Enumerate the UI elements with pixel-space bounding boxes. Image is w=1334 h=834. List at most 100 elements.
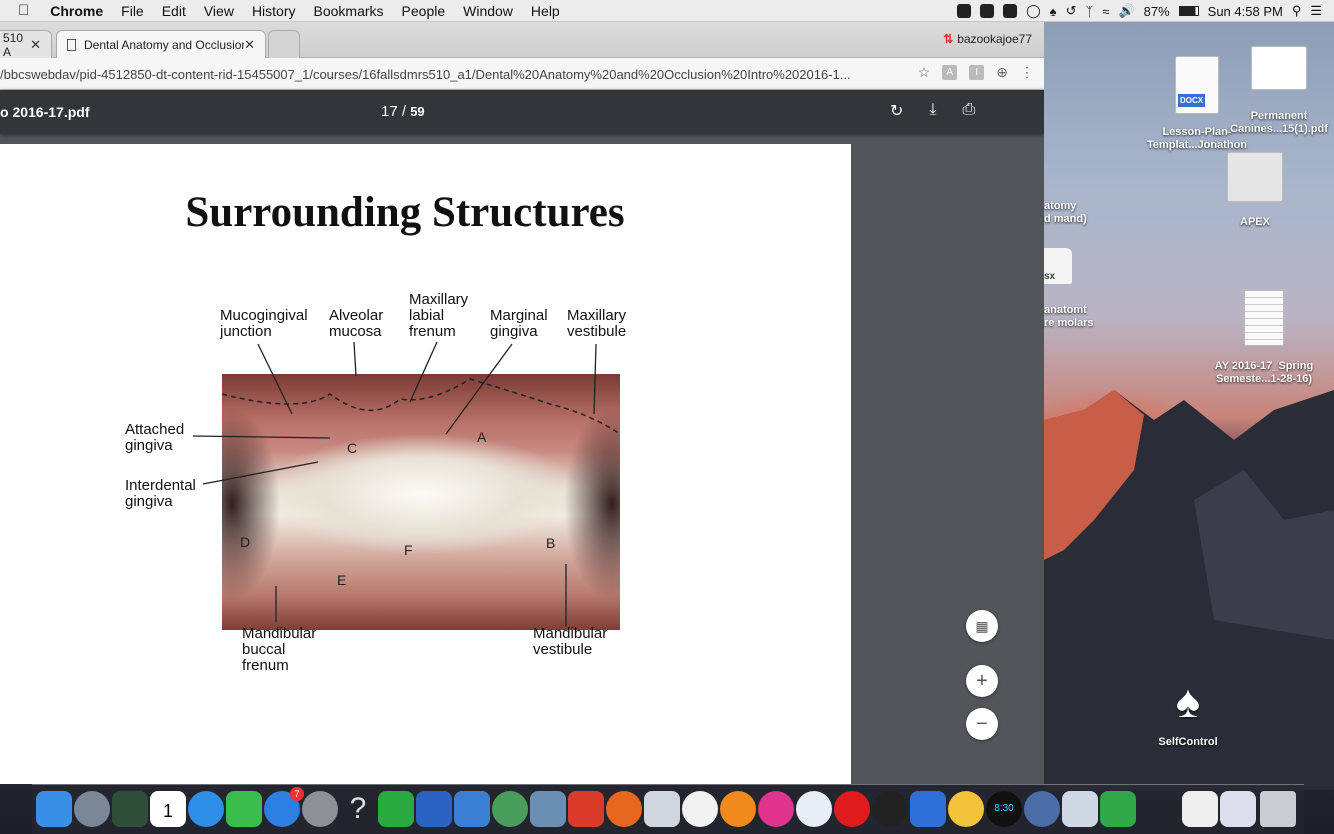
facetime-icon[interactable] bbox=[226, 791, 262, 827]
label-maxillary-labial-frenum: Maxillary labial frenum bbox=[409, 292, 468, 340]
tab-active[interactable]: Dental Anatomy and Occlusion ✕ bbox=[56, 30, 266, 58]
menu-people[interactable]: People bbox=[393, 0, 455, 22]
evernote-icon[interactable] bbox=[1100, 791, 1136, 827]
people-app-icon[interactable] bbox=[454, 791, 490, 827]
time-machine-icon[interactable]: ↺ bbox=[1066, 3, 1077, 19]
close-icon[interactable]: ✕ bbox=[244, 37, 255, 53]
selfcontrol-dock-icon[interactable] bbox=[872, 791, 908, 827]
desktop-icon-label: Canines...15(1).pdf bbox=[1230, 123, 1328, 135]
address-bar[interactable]: /bbcswebdav/pid-4512850-dt-content-rid-1… bbox=[0, 64, 910, 86]
label-line: Alveolar bbox=[329, 307, 384, 324]
mac-menubar:  Chrome File Edit View History Bookmark… bbox=[0, 0, 1334, 22]
extension-reader-icon[interactable]: I bbox=[969, 65, 985, 80]
close-icon[interactable]: ✕ bbox=[30, 37, 41, 53]
pencil-app-icon[interactable] bbox=[1062, 791, 1098, 827]
desktop-icon-spring-schedule[interactable]: AY 2016-17_Spring Semeste...1-28-16) bbox=[1204, 290, 1324, 386]
launchpad-icon[interactable] bbox=[74, 791, 110, 827]
word-doc-icon: DOCX bbox=[1175, 56, 1219, 114]
word-icon[interactable] bbox=[416, 791, 452, 827]
battery-percent[interactable]: 87% bbox=[1144, 4, 1170, 19]
desktop-icon-anatomt[interactable]: anatomt re molars bbox=[1044, 304, 1114, 330]
label-mandibular-vestibule: Mandibular vestibule bbox=[533, 626, 607, 658]
excel-icon[interactable] bbox=[378, 791, 414, 827]
desktop-icon-apex[interactable]: APEX bbox=[1220, 152, 1290, 229]
menu-window[interactable]: Window bbox=[454, 0, 522, 22]
menu-bookmarks[interactable]: Bookmarks bbox=[305, 0, 393, 22]
list-app-icon[interactable] bbox=[910, 791, 946, 827]
preview-icon[interactable] bbox=[530, 791, 566, 827]
menu-edit[interactable]: Edit bbox=[153, 0, 195, 22]
chrome-menu-icon[interactable]: ⋮ bbox=[1020, 64, 1034, 81]
clock-app-icon[interactable]: 8:30 bbox=[986, 791, 1022, 827]
label-mucogingival-junction: Mucogingival junction bbox=[220, 308, 308, 340]
shield-status-icon[interactable]: ◯ bbox=[1026, 3, 1041, 19]
pdf-toolbar: o 2016-17.pdf 17 / 59 ↻ ⤓ ⎙ bbox=[0, 90, 1044, 134]
trash-icon[interactable] bbox=[1260, 791, 1296, 827]
page-current[interactable]: 17 bbox=[381, 103, 398, 120]
tab-previous[interactable]: 510 A ✕ bbox=[0, 30, 52, 59]
mail-icon[interactable] bbox=[644, 791, 680, 827]
photos-icon[interactable] bbox=[682, 791, 718, 827]
notification-center-icon[interactable]: ☰ bbox=[1310, 3, 1322, 19]
chrome-icon[interactable] bbox=[948, 791, 984, 827]
apple-menu-icon[interactable]:  bbox=[0, 0, 41, 22]
evernote-status-icon[interactable] bbox=[957, 4, 972, 18]
extension-a-icon[interactable]: A bbox=[942, 65, 958, 80]
wifi-icon[interactable]: ≈ bbox=[1102, 4, 1109, 19]
bluetooth-icon[interactable]: ᛉ bbox=[1085, 4, 1093, 19]
download-icon[interactable]: ⤓ bbox=[929, 101, 936, 121]
download-extension-icon[interactable]: ⊕ bbox=[996, 64, 1008, 81]
menu-history[interactable]: History bbox=[243, 0, 305, 22]
pdf-doc-icon bbox=[1251, 46, 1307, 90]
powerpoint-icon[interactable] bbox=[568, 791, 604, 827]
menu-file[interactable]: File bbox=[112, 0, 153, 22]
messages-icon[interactable] bbox=[188, 791, 224, 827]
opera-icon[interactable] bbox=[834, 791, 870, 827]
label-line: Mucogingival bbox=[220, 307, 308, 324]
menu-view[interactable]: View bbox=[195, 0, 243, 22]
itunes-icon[interactable] bbox=[758, 791, 794, 827]
battery-icon[interactable] bbox=[1178, 6, 1199, 16]
desktop-icon-xlsx-partial[interactable]: sx bbox=[1044, 248, 1074, 284]
firefox-icon[interactable] bbox=[606, 791, 642, 827]
profile-button[interactable]: ⇅ bazookajoe77 bbox=[943, 32, 1032, 46]
dock: 1 7 ? 8:30 bbox=[32, 784, 1304, 834]
menu-help[interactable]: Help bbox=[522, 0, 569, 22]
app-store-icon[interactable]: 7 bbox=[264, 787, 304, 827]
menu-app-name[interactable]: Chrome bbox=[41, 0, 112, 22]
system-preferences-icon[interactable] bbox=[302, 791, 338, 827]
spotlight-search-icon[interactable]: ⚲ bbox=[1292, 3, 1302, 19]
globe-app-icon[interactable] bbox=[492, 791, 528, 827]
label-line: frenum bbox=[242, 657, 289, 674]
desktop-icon-anatomy[interactable]: atomy d mand) bbox=[1044, 200, 1104, 226]
page-indicator[interactable]: 17 / 59 bbox=[381, 103, 425, 120]
mission-control-icon[interactable] bbox=[112, 791, 148, 827]
rotate-icon[interactable]: ↻ bbox=[890, 101, 903, 121]
print-icon[interactable]: ⎙ bbox=[962, 101, 975, 121]
volume-icon[interactable]: 🔊 bbox=[1118, 3, 1134, 19]
dictionary-icon[interactable] bbox=[796, 791, 832, 827]
bell-status-icon[interactable]: ♠ bbox=[1050, 4, 1057, 19]
camera-status-icon[interactable] bbox=[1003, 4, 1018, 18]
calendar-icon[interactable]: 1 bbox=[150, 791, 186, 827]
new-tab-button[interactable] bbox=[268, 30, 300, 58]
desktop-icon-selfcontrol[interactable]: ♠ SelfControl bbox=[1146, 672, 1230, 749]
zoom-in-button[interactable]: + bbox=[966, 665, 998, 697]
ibooks-icon[interactable] bbox=[720, 791, 756, 827]
finder-icon[interactable] bbox=[36, 791, 72, 827]
fit-page-button[interactable]: ▦ bbox=[966, 610, 998, 642]
desktop-icon-permanent-canines[interactable]: Permanent Canines...15(1).pdf bbox=[1224, 46, 1334, 136]
safari-icon[interactable] bbox=[1024, 791, 1060, 827]
status-app-icon[interactable] bbox=[980, 4, 995, 18]
help-icon[interactable]: ? bbox=[340, 791, 376, 827]
menubar-clock[interactable]: Sun 4:58 PM bbox=[1208, 4, 1283, 19]
tab-active-title: Dental Anatomy and Occlusion bbox=[84, 37, 244, 52]
tab-previous-title: 510 A bbox=[3, 30, 24, 59]
minus-icon: − bbox=[976, 713, 988, 735]
fit-page-icon: ▦ bbox=[975, 618, 989, 634]
downloads-stack-icon[interactable] bbox=[1220, 791, 1256, 827]
documents-stack-icon[interactable] bbox=[1182, 791, 1218, 827]
label-line: Attached bbox=[125, 421, 185, 438]
zoom-out-button[interactable]: − bbox=[966, 708, 998, 740]
bookmark-star-icon[interactable]: ☆ bbox=[918, 64, 931, 81]
